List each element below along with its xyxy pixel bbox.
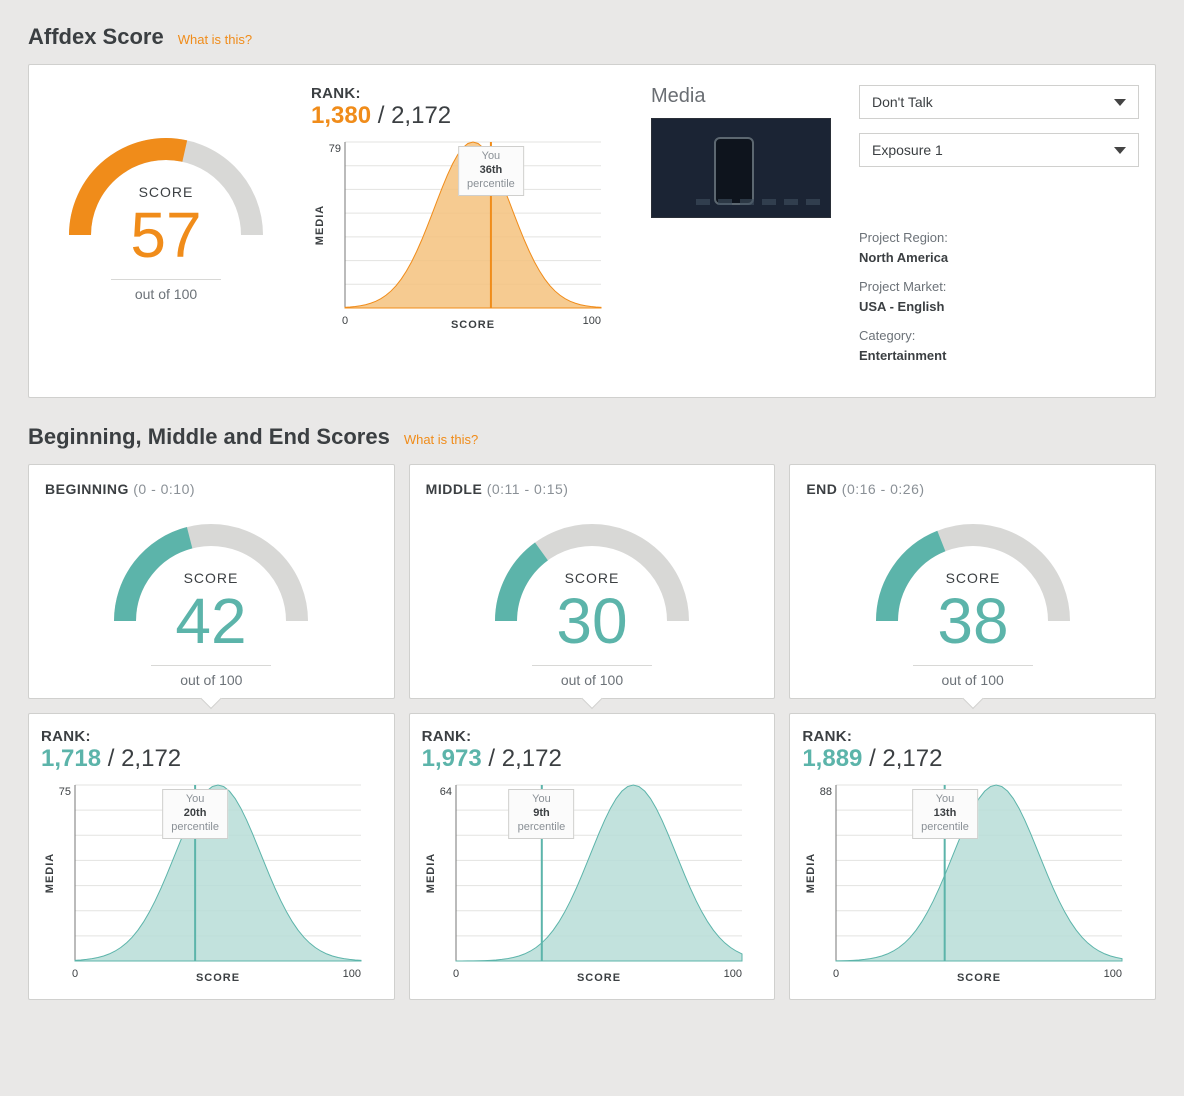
svg-text:SCORE: SCORE bbox=[196, 972, 240, 984]
media-meta: Project Region: North America Project Ma… bbox=[859, 228, 1139, 375]
rank-label: RANK: bbox=[311, 85, 631, 102]
svg-text:38: 38 bbox=[937, 585, 1008, 657]
bme-middle-range: (0:11 - 0:15) bbox=[487, 481, 569, 497]
svg-text:79: 79 bbox=[329, 143, 341, 155]
svg-text:SCORE: SCORE bbox=[565, 570, 620, 586]
svg-text:MEDIA: MEDIA bbox=[805, 853, 817, 893]
svg-text:MEDIA: MEDIA bbox=[314, 205, 326, 245]
bme-middle-rank: 1,973 bbox=[422, 745, 482, 772]
svg-text:SCORE: SCORE bbox=[451, 319, 495, 331]
svg-text:MEDIA: MEDIA bbox=[425, 853, 437, 893]
svg-text:0: 0 bbox=[342, 315, 348, 327]
bme-end-range: (0:16 - 0:26) bbox=[842, 481, 925, 497]
gauge-caption: out of 100 bbox=[151, 665, 271, 688]
bme-beginning-rank-card: RANK: 1,718 / 2,172 750100SCOREMEDIA You… bbox=[28, 713, 395, 1000]
bme-middle-distribution: 64 0 100 SCORE MEDIA You 9th percentile bbox=[422, 779, 752, 989]
bme-beginning-you-marker: You 20th percentile bbox=[162, 789, 228, 839]
rank-label: RANK: bbox=[422, 728, 763, 745]
media-panel: Media Don't Talk Exposure 1 Project Regi… bbox=[651, 85, 1139, 375]
bme-end-distribution: 88 0 100 SCORE MEDIA You 13th percentile bbox=[802, 779, 1132, 989]
gauge-caption: out of 100 bbox=[532, 665, 652, 688]
bme-end-rank-total: 2,172 bbox=[882, 745, 942, 772]
bme-end-you-marker: You 13th percentile bbox=[912, 789, 978, 839]
market-value: USA - English bbox=[859, 297, 1139, 317]
svg-text:0: 0 bbox=[72, 968, 78, 980]
affdex-rank-total: 2,172 bbox=[391, 102, 451, 129]
svg-text:75: 75 bbox=[59, 786, 71, 798]
affdex-rank-value: 1,380 / 2,172 bbox=[311, 102, 631, 130]
bme-beginning-rank-total: 2,172 bbox=[121, 745, 181, 772]
affdex-gauge: SCORE57 out of 100 bbox=[41, 85, 291, 375]
category-label: Category: bbox=[859, 326, 1139, 346]
svg-text:SCORE: SCORE bbox=[957, 972, 1001, 984]
bme-middle-name: MIDDLE bbox=[426, 481, 483, 497]
media-select[interactable]: Don't Talk bbox=[859, 85, 1139, 119]
svg-text:MEDIA: MEDIA bbox=[44, 853, 56, 893]
bme-beginning-rank: 1,718 bbox=[41, 745, 101, 772]
affdex-title-text: Affdex Score bbox=[28, 24, 164, 50]
rank-label: RANK: bbox=[41, 728, 382, 745]
bme-middle-you-marker: You 9th percentile bbox=[509, 789, 575, 839]
affdex-what-is-this-link[interactable]: What is this? bbox=[178, 32, 252, 47]
media-thumbnail[interactable] bbox=[651, 118, 831, 218]
gauge-caption: out of 100 bbox=[913, 665, 1033, 688]
affdex-you-marker: You 36th percentile bbox=[458, 146, 524, 196]
bme-what-is-this-link[interactable]: What is this? bbox=[404, 432, 478, 447]
svg-text:SCORE: SCORE bbox=[139, 184, 194, 200]
svg-text:88: 88 bbox=[820, 786, 832, 798]
svg-text:100: 100 bbox=[583, 315, 601, 327]
chevron-down-icon bbox=[1114, 147, 1126, 154]
exposure-select-value: Exposure 1 bbox=[872, 142, 943, 158]
affdex-card: SCORE57 out of 100 RANK: 1,380 / 2,172 7… bbox=[28, 64, 1156, 398]
region-value: North America bbox=[859, 248, 1139, 268]
svg-text:0: 0 bbox=[833, 968, 839, 980]
bme-end-rank: 1,889 bbox=[802, 745, 862, 772]
svg-text:SCORE: SCORE bbox=[184, 570, 239, 586]
bme-middle-rank-total: 2,172 bbox=[502, 745, 562, 772]
exposure-select[interactable]: Exposure 1 bbox=[859, 133, 1139, 167]
bme-beginning-name: BEGINNING bbox=[45, 481, 129, 497]
category-value: Entertainment bbox=[859, 346, 1139, 366]
affdex-distribution-chart: 79 0 100 SCORE MEDIA You 36th percentile bbox=[311, 136, 611, 336]
bme-middle-gauge-card: MIDDLE (0:11 - 0:15) SCORE30 out of 100 bbox=[409, 464, 776, 699]
svg-text:SCORE: SCORE bbox=[577, 972, 621, 984]
bme-rank-row: RANK: 1,718 / 2,172 750100SCOREMEDIA You… bbox=[28, 713, 1156, 1000]
svg-text:57: 57 bbox=[130, 199, 201, 271]
media-select-value: Don't Talk bbox=[872, 94, 933, 110]
bme-gauge-row: BEGINNING (0 - 0:10) SCORE42 out of 100 … bbox=[28, 464, 1156, 699]
svg-text:100: 100 bbox=[1104, 968, 1122, 980]
bme-beginning-distribution: 75 0 100 SCORE MEDIA You 20th percentile bbox=[41, 779, 371, 989]
chevron-down-icon bbox=[1114, 99, 1126, 106]
bme-end-gauge-card: END (0:16 - 0:26) SCORE38 out of 100 bbox=[789, 464, 1156, 699]
svg-text:30: 30 bbox=[556, 585, 627, 657]
bme-end-rank-card: RANK: 1,889 / 2,172 880100SCOREMEDIA You… bbox=[789, 713, 1156, 1000]
bme-beginning-gauge-card: BEGINNING (0 - 0:10) SCORE42 out of 100 bbox=[28, 464, 395, 699]
svg-text:100: 100 bbox=[343, 968, 361, 980]
svg-text:0: 0 bbox=[453, 968, 459, 980]
affdex-rank: 1,380 bbox=[311, 102, 371, 129]
bme-title-text: Beginning, Middle and End Scores bbox=[28, 424, 390, 450]
svg-text:100: 100 bbox=[723, 968, 741, 980]
region-label: Project Region: bbox=[859, 228, 1139, 248]
svg-text:42: 42 bbox=[176, 585, 247, 657]
market-label: Project Market: bbox=[859, 277, 1139, 297]
bme-middle-rank-card: RANK: 1,973 / 2,172 640100SCOREMEDIA You… bbox=[409, 713, 776, 1000]
affdex-rank-block: RANK: 1,380 / 2,172 79 0 100 SCORE MEDIA You… bbox=[311, 85, 631, 375]
bme-end-name: END bbox=[806, 481, 837, 497]
rank-label: RANK: bbox=[802, 728, 1143, 745]
affdex-gauge-caption: out of 100 bbox=[111, 279, 221, 302]
media-heading: Media bbox=[651, 85, 841, 108]
affdex-section-title: Affdex Score What is this? bbox=[28, 24, 1156, 50]
bme-section-title: Beginning, Middle and End Scores What is… bbox=[28, 424, 1156, 450]
svg-text:SCORE: SCORE bbox=[945, 570, 1000, 586]
bme-beginning-range: (0 - 0:10) bbox=[133, 481, 195, 497]
svg-text:64: 64 bbox=[439, 786, 451, 798]
